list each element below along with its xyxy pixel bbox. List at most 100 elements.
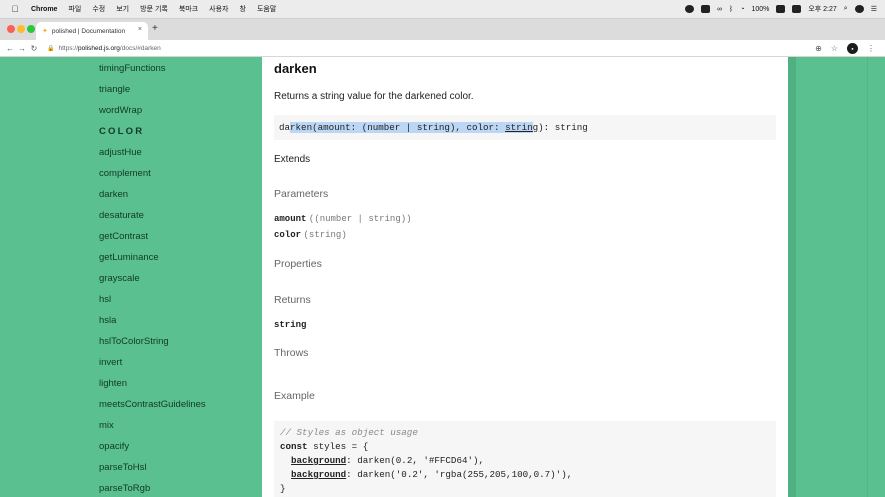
- chrome-menu-icon[interactable]: ⋮: [867, 44, 875, 53]
- address-toolbar: ← → ↻ 🔒 https://polished.js.org/docs/#da…: [0, 40, 885, 57]
- input-source-icon[interactable]: [792, 5, 802, 13]
- notification-center-icon[interactable]: ☰: [871, 5, 877, 13]
- sidebar-item-hsl[interactable]: hsl: [99, 294, 111, 305]
- docs-sidebar: timingFunctions triangle wordWrap COLOR …: [0, 57, 262, 497]
- parameters-heading: Parameters: [274, 188, 329, 200]
- code-line-1-rest: : darken(0.2, '#FFCD64'),: [346, 455, 485, 466]
- close-window-button[interactable]: [7, 25, 15, 33]
- profile-avatar[interactable]: ●: [847, 42, 858, 54]
- param-amount: amount ((number | string)): [274, 213, 412, 224]
- macos-menubar:  Chrome 파일 수정 보기 방문 기록 북마크 사용자 창 도움말 ∞ …: [0, 0, 885, 19]
- extends-heading: Extends: [274, 154, 311, 165]
- sig-return: ): string: [538, 122, 588, 133]
- sidebar-item-hsla[interactable]: hsla: [99, 315, 116, 326]
- url-host: polished.js.org: [78, 44, 120, 52]
- new-tab-button[interactable]: +: [152, 23, 158, 34]
- lock-icon[interactable]: 🔒: [47, 45, 54, 52]
- sig-part-1: da: [279, 122, 291, 133]
- wifi-icon[interactable]: ◔: [740, 6, 744, 13]
- menu-history[interactable]: 방문 기록: [140, 4, 168, 14]
- code-decl: styles = {: [307, 441, 369, 452]
- param-name: amount: [274, 214, 307, 224]
- code-property-link[interactable]: background: [291, 469, 346, 480]
- code-close: }: [280, 483, 286, 494]
- page-viewport: timingFunctions triangle wordWrap COLOR …: [0, 57, 885, 497]
- url-field[interactable]: https://polished.js.org/docs/#darken: [58, 45, 160, 52]
- bluetooth-icon[interactable]: ᛒ: [729, 6, 733, 13]
- menu-window[interactable]: 창: [240, 4, 246, 14]
- sig-selected-text: rken(amount: (number | string), color:: [290, 122, 506, 133]
- returns-heading: Returns: [274, 294, 311, 306]
- spotlight-search-icon[interactable]: ⌕: [844, 5, 848, 13]
- siri-icon[interactable]: [854, 5, 864, 13]
- sidebar-item-hsltocolorstring[interactable]: hslToColorString: [99, 336, 169, 347]
- tab-close-icon[interactable]: ×: [138, 26, 142, 33]
- battery-icon[interactable]: [776, 5, 786, 13]
- url-scheme: https://: [58, 44, 78, 52]
- throws-heading: Throws: [274, 347, 309, 359]
- sidebar-heading-color: COLOR: [99, 126, 145, 137]
- status-area: ∞ ᛒ ◔ 100% 오후 2:27 ⌕ ☰: [678, 4, 885, 14]
- menu-help[interactable]: 도움말: [257, 4, 276, 14]
- param-type: ((number | string)): [308, 214, 412, 224]
- sidebar-item-complement[interactable]: complement: [99, 168, 151, 179]
- sidebar-item-invert[interactable]: invert: [99, 357, 122, 368]
- tab-title: polished | Documentation: [51, 27, 126, 35]
- bookmark-star-icon[interactable]: ☆: [831, 44, 838, 53]
- back-arrow-icon[interactable]: ←: [4, 44, 16, 53]
- menu-view[interactable]: 보기: [116, 4, 129, 14]
- param-color: color (string): [274, 229, 347, 240]
- sidebar-item-parsetohsl[interactable]: parseToHsl: [99, 462, 147, 473]
- doc-description: Returns a string value for the darkened …: [274, 91, 474, 102]
- sidebar-item-meetscontrastguidelines[interactable]: meetsContrastGuidelines: [99, 399, 206, 410]
- menu-file[interactable]: 파일: [68, 4, 81, 14]
- doc-title: darken: [274, 61, 317, 76]
- sidebar-item-adjusthue[interactable]: adjustHue: [99, 147, 142, 158]
- code-keyword: const: [280, 441, 308, 452]
- doc-content: darken Returns a string value for the da…: [262, 57, 788, 497]
- screen-share-icon[interactable]: [701, 5, 710, 13]
- tab-polished-docs[interactable]: ✦ polished | Documentation ×: [36, 22, 148, 40]
- polished-favicon-icon: ✦: [42, 28, 48, 35]
- zoom-window-button[interactable]: [27, 25, 35, 33]
- right-gutter: [788, 57, 796, 497]
- signature-code[interactable]: darken(amount: (number | string), color:…: [274, 115, 776, 140]
- code-comment: // Styles as object usage: [280, 427, 418, 438]
- properties-heading: Properties: [274, 258, 322, 270]
- record-status-icon[interactable]: [685, 5, 694, 13]
- menu-bookmarks[interactable]: 북마크: [179, 4, 198, 14]
- example-code-block[interactable]: // Styles as object usage const styles =…: [274, 421, 776, 497]
- sidebar-item-parsetorgb[interactable]: parseToRgb: [99, 483, 150, 494]
- apple-menu-icon[interactable]: : [8, 4, 22, 14]
- minimize-window-button[interactable]: [17, 25, 25, 33]
- code-line-decl: const styles = {: [280, 441, 776, 455]
- reload-icon[interactable]: ↻: [28, 44, 40, 53]
- code-line-2-rest: : darken('0.2', 'rgba(255,205,100,0.7)')…: [346, 469, 573, 480]
- infinity-status-icon[interactable]: ∞: [717, 6, 722, 13]
- param-type: (string): [303, 230, 347, 240]
- sidebar-item-timingfunctions[interactable]: timingFunctions: [99, 63, 166, 74]
- sidebar-item-mix[interactable]: mix: [99, 420, 114, 431]
- sidebar-item-lighten[interactable]: lighten: [99, 378, 127, 389]
- sidebar-item-desaturate[interactable]: desaturate: [99, 210, 144, 221]
- sidebar-item-getcontrast[interactable]: getContrast: [99, 231, 148, 242]
- zoom-icon[interactable]: ⊕: [815, 44, 822, 53]
- code-property-link[interactable]: background: [291, 455, 346, 466]
- tab-strip: ✦ polished | Documentation × +: [0, 19, 885, 40]
- url-path: /docs/#darken: [119, 44, 161, 52]
- sig-selected-link[interactable]: strin: [505, 122, 533, 133]
- sidebar-item-triangle[interactable]: triangle: [99, 84, 130, 95]
- forward-arrow-icon[interactable]: →: [16, 44, 28, 53]
- clock[interactable]: 오후 2:27: [808, 4, 836, 14]
- sidebar-item-getluminance[interactable]: getLuminance: [99, 252, 159, 263]
- sidebar-item-wordwrap[interactable]: wordWrap: [99, 105, 142, 116]
- sidebar-item-grayscale[interactable]: grayscale: [99, 273, 140, 284]
- sidebar-item-opacify[interactable]: opacify: [99, 441, 129, 452]
- menu-edit[interactable]: 수정: [92, 4, 105, 14]
- sidebar-item-darken[interactable]: darken: [99, 189, 128, 200]
- battery-percent: 100%: [751, 5, 770, 13]
- menu-app-chrome[interactable]: Chrome: [31, 6, 57, 13]
- param-name: color: [274, 230, 302, 240]
- menu-people[interactable]: 사용자: [209, 4, 228, 14]
- returns-type: string: [274, 320, 307, 330]
